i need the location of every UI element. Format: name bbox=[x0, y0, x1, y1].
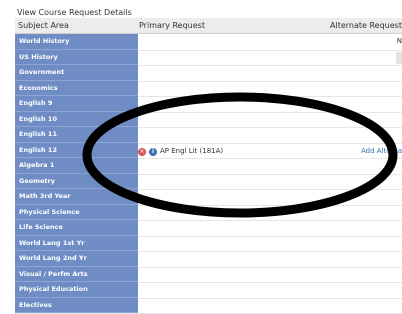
table-row: Geometry bbox=[15, 174, 402, 191]
table-row: Algebra 1 bbox=[15, 158, 402, 175]
primary-cell[interactable] bbox=[138, 96, 328, 112]
subject-cell: Government bbox=[15, 65, 138, 81]
column-header-alternate: Alternate Request bbox=[330, 21, 402, 30]
subject-cell: English 10 bbox=[15, 112, 138, 128]
subject-cell: English 11 bbox=[15, 127, 138, 143]
subject-cell: World Lang 1st Yr bbox=[15, 236, 138, 252]
alternate-cell[interactable] bbox=[328, 174, 402, 190]
table-row: English 12 × i AP Engl Lit (181A) Add Al… bbox=[15, 143, 402, 160]
alternate-cell[interactable] bbox=[328, 50, 402, 66]
table-row: Life Science bbox=[15, 220, 402, 237]
primary-cell[interactable] bbox=[138, 50, 328, 66]
primary-cell[interactable] bbox=[138, 112, 328, 128]
subject-cell: Visual / Perfm Arts bbox=[15, 267, 138, 283]
column-header-subject: Subject Area bbox=[18, 21, 69, 30]
table-row: Economics bbox=[15, 81, 402, 98]
primary-cell[interactable] bbox=[138, 189, 328, 205]
alternate-cell[interactable] bbox=[328, 189, 402, 205]
add-alternate-link[interactable]: Add Alternate bbox=[361, 147, 402, 155]
table-row: English 10 bbox=[15, 112, 402, 129]
info-icon[interactable]: i bbox=[149, 148, 157, 156]
alternate-cell[interactable]: Add Alternate bbox=[328, 143, 402, 159]
subject-cell: Algebra 1 bbox=[15, 158, 138, 174]
subject-cell: Physical Education bbox=[15, 282, 138, 298]
remove-icon[interactable]: × bbox=[138, 148, 146, 156]
table-row: Electives bbox=[15, 298, 402, 314]
alternate-cell[interactable] bbox=[328, 96, 402, 112]
primary-cell[interactable] bbox=[138, 127, 328, 143]
alternate-cell[interactable] bbox=[328, 282, 402, 298]
panel-title: View Course Request Details bbox=[17, 8, 132, 17]
table-row: English 11 bbox=[15, 127, 402, 144]
table-row: World History N bbox=[15, 34, 402, 51]
alternate-cell[interactable]: N bbox=[328, 34, 402, 50]
table-row: World Lang 1st Yr bbox=[15, 236, 402, 253]
subject-cell: Math 3rd Year bbox=[15, 189, 138, 205]
subject-cell: World Lang 2nd Yr bbox=[15, 251, 138, 267]
table-row: Visual / Perfm Arts bbox=[15, 267, 402, 284]
alternate-cell[interactable] bbox=[328, 267, 402, 283]
subject-cell: US History bbox=[15, 50, 138, 66]
alternate-cell[interactable] bbox=[328, 65, 402, 81]
truncated-text: N bbox=[397, 37, 402, 45]
subject-cell: English 12 bbox=[15, 143, 138, 159]
alternate-cell[interactable] bbox=[328, 81, 402, 97]
subject-cell: Geometry bbox=[15, 174, 138, 190]
subject-cell: Life Science bbox=[15, 220, 138, 236]
subject-cell: Electives bbox=[15, 298, 138, 314]
subject-cell: Economics bbox=[15, 81, 138, 97]
cell-shade bbox=[396, 52, 402, 64]
primary-cell[interactable] bbox=[138, 205, 328, 221]
alternate-cell[interactable] bbox=[328, 251, 402, 267]
alternate-cell[interactable] bbox=[328, 298, 402, 314]
primary-cell[interactable] bbox=[138, 34, 328, 50]
primary-cell[interactable] bbox=[138, 282, 328, 298]
primary-cell[interactable] bbox=[138, 81, 328, 97]
table-header: Subject Area Primary Request Alternate R… bbox=[15, 18, 402, 34]
alternate-cell[interactable] bbox=[328, 220, 402, 236]
subject-cell: Physical Science bbox=[15, 205, 138, 221]
alternate-cell[interactable] bbox=[328, 127, 402, 143]
subject-cell: English 9 bbox=[15, 96, 138, 112]
primary-cell[interactable]: × i AP Engl Lit (181A) bbox=[138, 143, 328, 159]
table-row: US History bbox=[15, 50, 402, 67]
alternate-cell[interactable] bbox=[328, 112, 402, 128]
primary-cell[interactable] bbox=[138, 236, 328, 252]
subject-cell: World History bbox=[15, 34, 138, 50]
primary-request-course: AP Engl Lit (181A) bbox=[160, 147, 223, 155]
column-header-primary: Primary Request bbox=[139, 21, 205, 30]
primary-cell[interactable] bbox=[138, 174, 328, 190]
primary-cell[interactable] bbox=[138, 65, 328, 81]
table-row: Government bbox=[15, 65, 402, 82]
table-row: Math 3rd Year bbox=[15, 189, 402, 206]
primary-cell[interactable] bbox=[138, 251, 328, 267]
primary-cell[interactable] bbox=[138, 298, 328, 314]
table-row: World Lang 2nd Yr bbox=[15, 251, 402, 268]
alternate-cell[interactable] bbox=[328, 205, 402, 221]
table-row: Physical Education bbox=[15, 282, 402, 299]
primary-cell[interactable] bbox=[138, 220, 328, 236]
table-row: Physical Science bbox=[15, 205, 402, 222]
primary-cell[interactable] bbox=[138, 158, 328, 174]
alternate-cell[interactable] bbox=[328, 158, 402, 174]
alternate-cell[interactable] bbox=[328, 236, 402, 252]
course-request-grid: World History N US History Government Ec… bbox=[15, 34, 402, 313]
table-row: English 9 bbox=[15, 96, 402, 113]
primary-cell[interactable] bbox=[138, 267, 328, 283]
